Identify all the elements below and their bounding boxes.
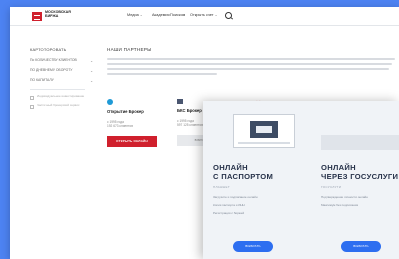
circle-logo-icon [107, 99, 167, 107]
nav-media[interactable]: Медиа ⌄ [127, 13, 143, 17]
partner-name: Открытие Брокер [107, 109, 144, 114]
passport-preview-image [233, 114, 295, 148]
option-title: ОНЛАЙН С ПАСПОРТОМ [213, 163, 274, 181]
checkbox-partial[interactable]: Частичный брокерский сервис [30, 104, 105, 110]
partner-meta: 192 673 клиентов [107, 124, 133, 129]
search-icon[interactable] [225, 12, 232, 19]
open-online-button[interactable]: ОТКРЫТЬ ОНЛАЙН [107, 136, 157, 148]
top-navigation-bar: МОСКОВСКАЯ БИРЖА Медиа ⌄ Академия Поиско… [10, 7, 399, 26]
body-text-line [107, 68, 389, 70]
body-text-line [107, 58, 395, 60]
divider [30, 88, 85, 90]
sidebar-heading: КАРТОТОРОВАТЬ [30, 47, 67, 52]
gosuslugi-preview-image [321, 135, 399, 150]
option-title: ОНЛАЙН ЧЕРЕЗ ГОСУСЛУГИ [321, 163, 399, 181]
preview-screen [250, 121, 278, 138]
nav-open-account[interactable]: Открыть счет ⌄ [190, 13, 217, 17]
option-description: Загрузите и подписание онлайн Копия пасп… [213, 195, 258, 215]
body-text-line [107, 73, 217, 75]
chevron-down-icon: ⌄ [90, 69, 93, 74]
partners-section: НАШИ ПАРТНЕРЫ Открытие Брокер с 1995 год… [107, 47, 397, 148]
chevron-down-icon: ⌄ [90, 79, 93, 84]
option-subtitle: ГОСУСЛУГИ [321, 185, 342, 189]
option-gosuslugi: ОНЛАЙН ЧЕРЕЗ ГОСУСЛУГИ ГОСУСЛУГИ Подтверж… [321, 101, 399, 259]
nav-academy[interactable]: Академия [152, 13, 170, 17]
body-text-line [107, 63, 392, 65]
sidebar-item-capital[interactable]: ПО КАПИТАЛУ ⌄ [30, 78, 105, 84]
sidebar-item-turnover[interactable]: ПО ДНЕВНЕМУ ОБОРОТУ ⌄ [30, 68, 105, 74]
section-title: НАШИ ПАРТНЕРЫ [107, 47, 152, 52]
sidebar-item-clients[interactable]: По КОЛИЧЕСТВУ КЛИЕНТОВ ⌄ [30, 58, 105, 63]
option-passport: ОНЛАЙН С ПАСПОРТОМ ПЛАНШЕТ Загрузите и по… [213, 101, 305, 259]
exchange-logo-icon[interactable] [32, 12, 42, 21]
checkbox-individual[interactable]: Индивидуальное инвестирование [30, 94, 105, 100]
nav-search[interactable]: Поиском [170, 13, 185, 17]
account-opening-overlay: ОНЛАЙН С ПАСПОРТОМ ПЛАНШЕТ Загрузите и по… [203, 101, 399, 259]
chevron-down-icon: ⌄ [90, 59, 93, 63]
preview-bar [238, 142, 290, 144]
filter-sidebar: КАРТОТОРОВАТЬ По КОЛИЧЕСТВУ КЛИЕНТОВ ⌄ ПО… [30, 47, 105, 114]
chevron-down-icon: ⌄ [139, 13, 143, 17]
option-subtitle: ПЛАНШЕТ [213, 185, 230, 189]
choose-passport-button[interactable]: ВЫБРАТЬ [233, 241, 273, 252]
choose-gosuslugi-button[interactable]: ВЫБРАТЬ [341, 241, 381, 252]
chevron-down-icon: ⌄ [214, 13, 218, 17]
option-description: Подтверждение личности онлайн Максимум б… [321, 195, 368, 207]
brand-name[interactable]: МОСКОВСКАЯ БИРЖА [45, 10, 81, 18]
partner-card: Открытие Брокер с 1995 года 192 673 клие… [107, 99, 167, 148]
